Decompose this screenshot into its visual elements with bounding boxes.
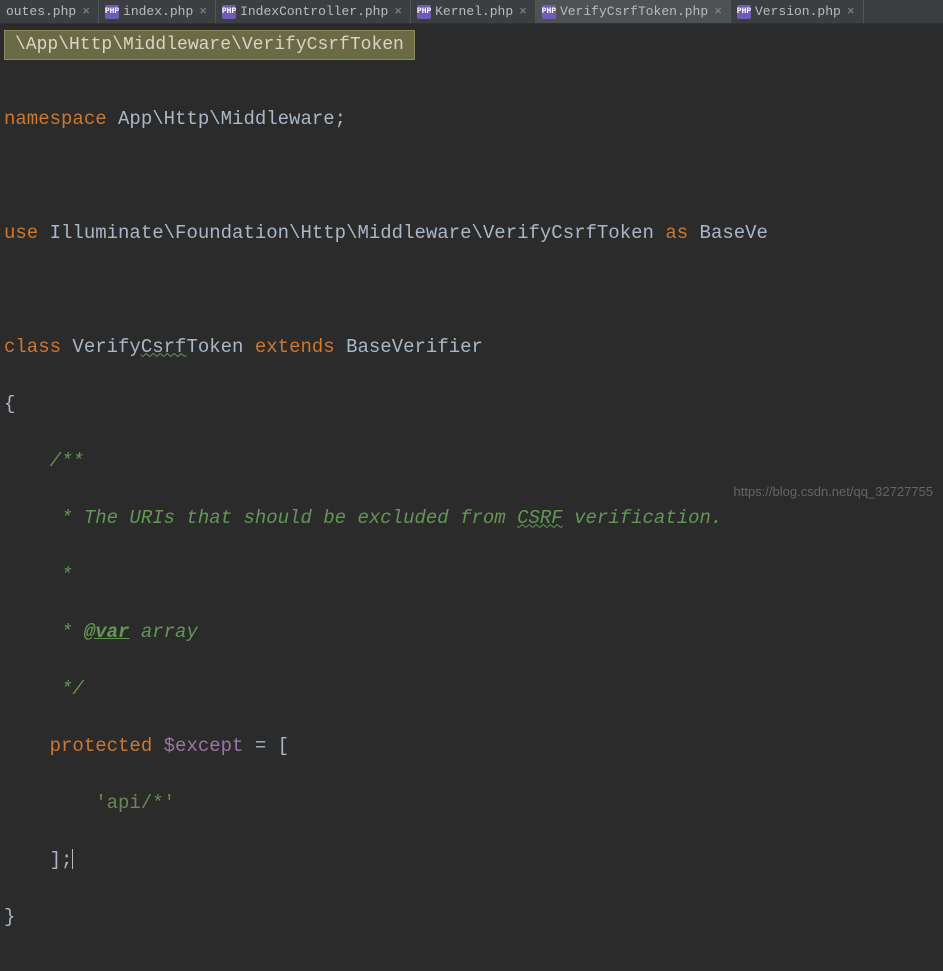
close-icon[interactable]: × <box>82 4 90 19</box>
keyword-as: as <box>665 222 688 244</box>
docblock-var-pre: * <box>4 621 84 643</box>
caret-icon <box>72 849 73 869</box>
editor-tabs-bar: outes.php × PHP index.php × PHP IndexCon… <box>0 0 943 24</box>
tab-label: VerifyCsrfToken.php <box>560 4 708 19</box>
breadcrumb-bar: \App\Http\Middleware\VerifyCsrfToken <box>0 24 943 66</box>
class-name-csrf: Csrf <box>141 336 187 358</box>
close-icon[interactable]: × <box>394 4 402 19</box>
php-file-icon: PHP <box>105 5 119 19</box>
php-file-icon: PHP <box>542 5 556 19</box>
semicolon: ; <box>335 108 346 130</box>
tab-indexcontroller[interactable]: PHP IndexController.php × <box>216 0 411 23</box>
tab-label: outes.php <box>6 4 76 19</box>
string-api: 'api/*' <box>4 792 175 814</box>
use-path: Illuminate\Foundation\Http\Middleware\Ve… <box>38 222 665 244</box>
keyword-class: class <box>4 336 61 358</box>
close-icon[interactable]: × <box>519 4 527 19</box>
close-array: ]; <box>4 849 72 871</box>
docblock-close: */ <box>4 678 84 700</box>
tab-label: IndexController.php <box>240 4 388 19</box>
equals-bracket: = [ <box>243 735 289 757</box>
close-icon[interactable]: × <box>199 4 207 19</box>
brace-open: { <box>4 393 15 415</box>
tab-outes[interactable]: outes.php × <box>0 0 99 23</box>
tab-index[interactable]: PHP index.php × <box>99 0 216 23</box>
class-name-post: Token <box>186 336 254 358</box>
php-file-icon: PHP <box>417 5 431 19</box>
docblock-csrf: CSRF <box>517 507 563 529</box>
use-alias: BaseVe <box>688 222 768 244</box>
docblock-line1b: verification. <box>563 507 723 529</box>
code-editor[interactable]: namespace App\Http\Middleware; use Illum… <box>0 66 943 970</box>
tab-label: index.php <box>123 4 193 19</box>
docblock-open: /** <box>4 450 84 472</box>
php-file-icon: PHP <box>222 5 236 19</box>
keyword-use: use <box>4 222 38 244</box>
docblock-var-type: array <box>129 621 197 643</box>
namespace-path: App\Http\Middleware <box>107 108 335 130</box>
brace-close: } <box>4 906 15 928</box>
keyword-extends: extends <box>255 336 335 358</box>
variable-except: $except <box>164 735 244 757</box>
close-icon[interactable]: × <box>714 4 722 19</box>
docblock-line1: * The URIs that should be excluded from <box>4 507 517 529</box>
tab-kernel[interactable]: PHP Kernel.php × <box>411 0 536 23</box>
tab-label: Kernel.php <box>435 4 513 19</box>
watermark-text: https://blog.csdn.net/qq_32727755 <box>734 484 934 499</box>
keyword-namespace: namespace <box>4 108 107 130</box>
close-icon[interactable]: × <box>847 4 855 19</box>
breadcrumb[interactable]: \App\Http\Middleware\VerifyCsrfToken <box>4 30 415 60</box>
base-class: BaseVerifier <box>335 336 483 358</box>
class-name-pre: Verify <box>61 336 141 358</box>
tab-label: Version.php <box>755 4 841 19</box>
tab-version[interactable]: PHP Version.php × <box>731 0 864 23</box>
php-file-icon: PHP <box>737 5 751 19</box>
keyword-protected: protected <box>4 735 164 757</box>
tab-verifycsrftoken[interactable]: PHP VerifyCsrfToken.php × <box>536 0 731 23</box>
docblock-star: * <box>4 564 72 586</box>
docblock-var-tag: @var <box>84 621 130 643</box>
